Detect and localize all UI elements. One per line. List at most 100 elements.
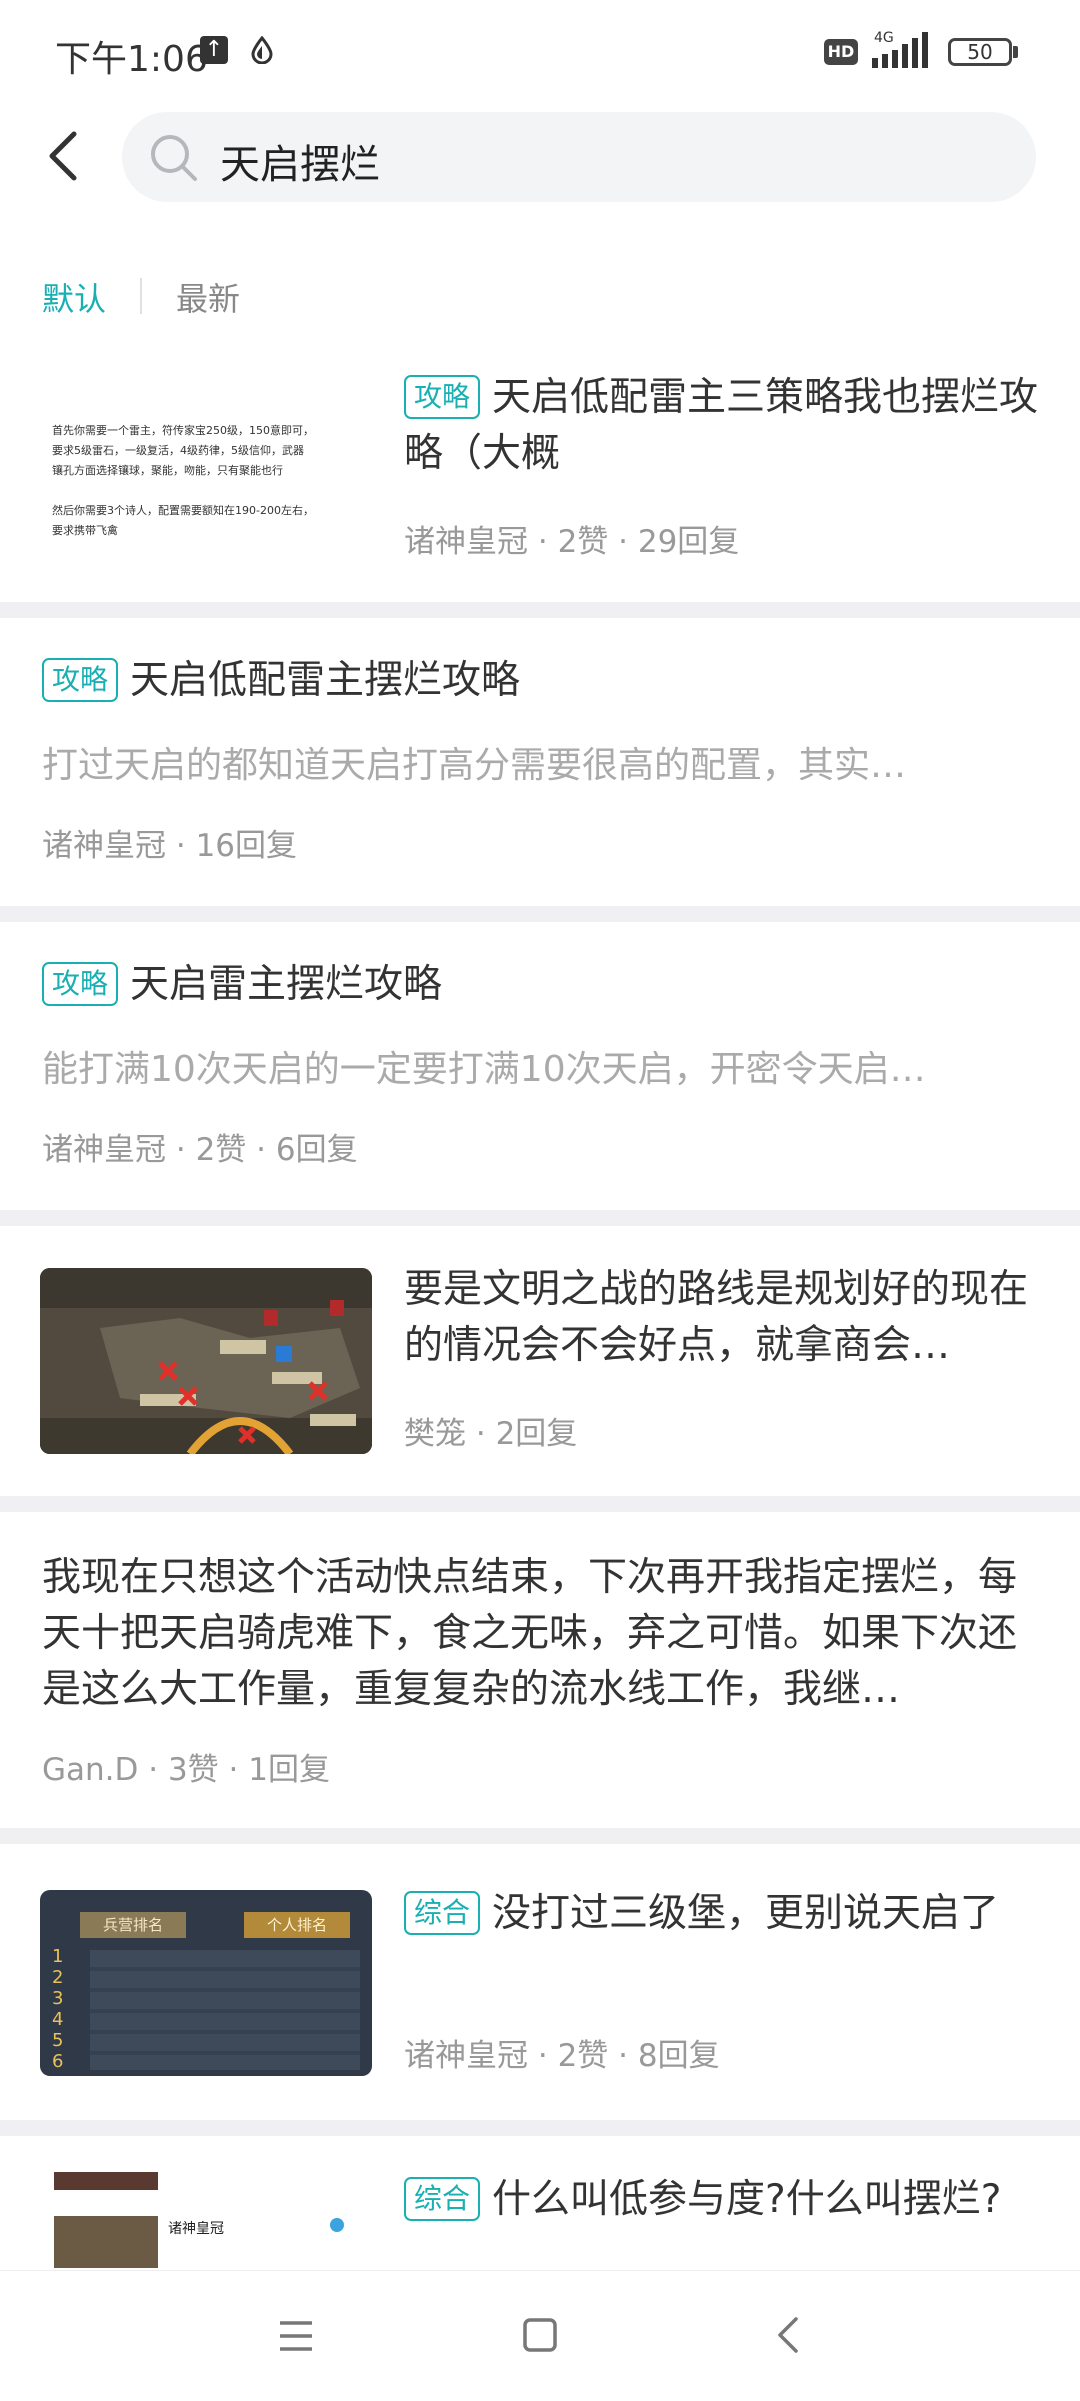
post-title-text: 天启低配雷主摆烂攻略 bbox=[130, 658, 521, 703]
post-title: 攻略 天启低配雷主三策略我也摆烂攻略（大概 bbox=[404, 370, 1044, 482]
post-title: 攻略 天启雷主摆烂攻略 bbox=[42, 957, 1042, 1013]
post-thumbnail bbox=[40, 1268, 372, 1454]
thumb-text-line: 镶孔方面选择镶球，聚能，吻能，只有聚能也行 bbox=[52, 464, 283, 477]
tab-default[interactable]: 默认 bbox=[42, 274, 106, 320]
separator bbox=[0, 602, 1080, 618]
post-title-text: 天启低配雷主三策略我也摆烂攻略（大概 bbox=[404, 375, 1039, 476]
post-meta: 诸神皇冠 · 2赞 · 8回复 bbox=[404, 2038, 720, 2074]
status-bar: 下午1:06 ↑ HD 4G 50 bbox=[0, 0, 1080, 100]
post-author: 诸神皇冠 bbox=[404, 524, 528, 560]
post-thumbnail: 兵营排名 个人排名 1 2 3 4 5 6 bbox=[40, 1890, 372, 2076]
separator bbox=[0, 1210, 1080, 1226]
post-title: 要是文明之战的路线是规划好的现在的情况会不会好点，就拿商会… bbox=[404, 1267, 1029, 1368]
thumb-avatar bbox=[54, 2216, 158, 2268]
post-tag: 攻略 bbox=[42, 658, 119, 702]
post-title: 综合 什么叫低参与度?什么叫摆烂? bbox=[404, 2172, 1064, 2228]
status-time: 下午1:06 bbox=[55, 39, 208, 80]
post-title: 攻略 天启低配雷主摆烂攻略 bbox=[42, 653, 1042, 709]
post-card[interactable]: 首先你需要一个雷主，符传家宝250级，150意即可， 要求5级雷石，一级复活，4… bbox=[0, 340, 1080, 602]
post-meta: 诸神皇冠 · 2赞 · 29回复 bbox=[404, 524, 740, 560]
post-meta: 诸神皇冠 · 2赞 · 6回复 bbox=[42, 1132, 358, 1168]
battery-level: 50 bbox=[967, 40, 993, 64]
post-card[interactable]: 攻略 天启低配雷主摆烂攻略 打过天启的都知道天启打高分需要很高的配置，其实… 诸神… bbox=[0, 618, 1080, 906]
post-meta: 樊笼 · 2回复 bbox=[404, 1416, 578, 1452]
thumb-header: 个人排名 bbox=[244, 1912, 350, 1938]
thumb-text-line: 要求5级雷石，一级复活，4级药律，5级信仰，武器 bbox=[52, 444, 304, 457]
post-excerpt: 能打满10次天启的一定要打满10次天启，开密令天启… bbox=[42, 1049, 926, 1090]
system-nav-bar bbox=[0, 2270, 1080, 2401]
separator bbox=[0, 2120, 1080, 2136]
post-card[interactable]: 兵营排名 个人排名 1 2 3 4 5 6 综合 没打过三级堡，更别说天启了 诸神… bbox=[0, 1844, 1080, 2120]
post-meta: Gan.D · 3赞 · 1回复 bbox=[42, 1752, 330, 1788]
post-author: Gan.D bbox=[42, 1752, 139, 1788]
battery-tip bbox=[1013, 46, 1018, 58]
home-icon[interactable] bbox=[522, 2317, 558, 2353]
separator bbox=[0, 1828, 1080, 1844]
thumb-text-line: 首先你需要一个雷主，符传家宝250级，150意即可， bbox=[52, 424, 314, 437]
thumb-text-line bbox=[52, 481, 372, 501]
post-title-text: 什么叫低参与度?什么叫摆烂? bbox=[492, 2177, 1002, 2222]
thumb-name: 诸神皇冠 bbox=[168, 2221, 224, 2237]
post-card[interactable]: 诸神皇冠 综合 什么叫低参与度?什么叫摆烂? bbox=[0, 2136, 1080, 2270]
thumb-rank: 6 bbox=[52, 2051, 64, 2072]
post-card[interactable]: 要是文明之战的路线是规划好的现在的情况会不会好点，就拿商会… 樊笼 · 2回复 bbox=[0, 1226, 1080, 1496]
tab-divider bbox=[140, 278, 142, 314]
menu-icon[interactable] bbox=[278, 2319, 314, 2353]
post-likes: 2赞 bbox=[195, 1132, 247, 1168]
post-tag: 攻略 bbox=[42, 962, 119, 1006]
search-icon bbox=[151, 135, 197, 181]
post-author: 诸神皇冠 bbox=[404, 2038, 528, 2074]
post-replies: 2回复 bbox=[495, 1416, 578, 1452]
thumb-badge bbox=[330, 2218, 344, 2232]
thumb-rank: 1 bbox=[52, 1946, 64, 1967]
signal-icon bbox=[872, 32, 928, 68]
thumb-rank: 5 bbox=[52, 2030, 64, 2051]
post-title-text: 天启雷主摆烂攻略 bbox=[130, 962, 443, 1007]
post-author: 樊笼 bbox=[404, 1416, 466, 1452]
hd-icon: HD bbox=[824, 39, 858, 65]
thumb-rank: 3 bbox=[52, 1988, 64, 2009]
post-author: 诸神皇冠 bbox=[42, 1132, 166, 1168]
post-replies: 1回复 bbox=[248, 1752, 330, 1788]
thumb-text-line: 要求携带飞禽 bbox=[52, 524, 118, 537]
thumb-rank: 4 bbox=[52, 2009, 64, 2030]
battery-icon: 50 bbox=[948, 38, 1012, 66]
back-icon[interactable] bbox=[36, 126, 96, 186]
tab-latest[interactable]: 最新 bbox=[176, 274, 240, 320]
post-title: 我现在只想这个活动快点结束，下次再开我指定摆烂，每天十把天启骑虎难下，食之无味，… bbox=[42, 1555, 1018, 1712]
thumb-header: 兵营排名 bbox=[80, 1912, 186, 1938]
post-replies: 16回复 bbox=[195, 828, 298, 864]
thumb-rank: 2 bbox=[52, 1967, 64, 1988]
back-nav-icon[interactable] bbox=[772, 2315, 804, 2355]
post-likes: 3赞 bbox=[167, 1752, 219, 1788]
thumb-text-line: 然后你需要3个诗人，配置需要额知在190-200左右， bbox=[52, 504, 314, 517]
upload-icon: ↑ bbox=[200, 36, 228, 64]
post-replies: 6回复 bbox=[275, 1132, 358, 1168]
post-thumbnail: 诸神皇冠 bbox=[40, 2172, 372, 2270]
separator bbox=[0, 1496, 1080, 1512]
post-tag: 攻略 bbox=[404, 375, 481, 419]
search-header: 天启摆烂 bbox=[0, 108, 1080, 208]
post-title-text: 没打过三级堡，更别说天启了 bbox=[492, 1891, 1000, 1936]
post-card[interactable]: 攻略 天启雷主摆烂攻略 能打满10次天启的一定要打满10次天启，开密令天启… 诸神… bbox=[0, 922, 1080, 1210]
sort-tabs: 默认 最新 bbox=[0, 262, 1080, 332]
thumb-rows bbox=[90, 1950, 360, 2070]
map-image bbox=[40, 1268, 372, 1454]
post-replies: 8回复 bbox=[637, 2038, 720, 2074]
drop-icon bbox=[251, 36, 273, 64]
post-title: 综合 没打过三级堡，更别说天启了 bbox=[404, 1886, 1044, 1942]
post-tag: 综合 bbox=[404, 1891, 481, 1935]
post-replies: 29回复 bbox=[637, 524, 740, 560]
separator bbox=[0, 906, 1080, 922]
post-author: 诸神皇冠 bbox=[42, 828, 166, 864]
post-thumbnail: 首先你需要一个雷主，符传家宝250级，150意即可， 要求5级雷石，一级复活，4… bbox=[40, 375, 372, 567]
search-query: 天启摆烂 bbox=[220, 142, 380, 188]
post-excerpt: 打过天启的都知道天启打高分需要很高的配置，其实… bbox=[42, 745, 907, 786]
post-likes: 2赞 bbox=[557, 524, 609, 560]
search-input[interactable]: 天启摆烂 bbox=[122, 112, 1036, 202]
post-tag: 综合 bbox=[404, 2177, 481, 2221]
thumb-banner bbox=[54, 2172, 158, 2190]
post-card[interactable]: 我现在只想这个活动快点结束，下次再开我指定摆烂，每天十把天启骑虎难下，食之无味，… bbox=[0, 1512, 1080, 1828]
post-meta: 诸神皇冠 · 16回复 bbox=[42, 828, 298, 864]
post-likes: 2赞 bbox=[557, 2038, 609, 2074]
